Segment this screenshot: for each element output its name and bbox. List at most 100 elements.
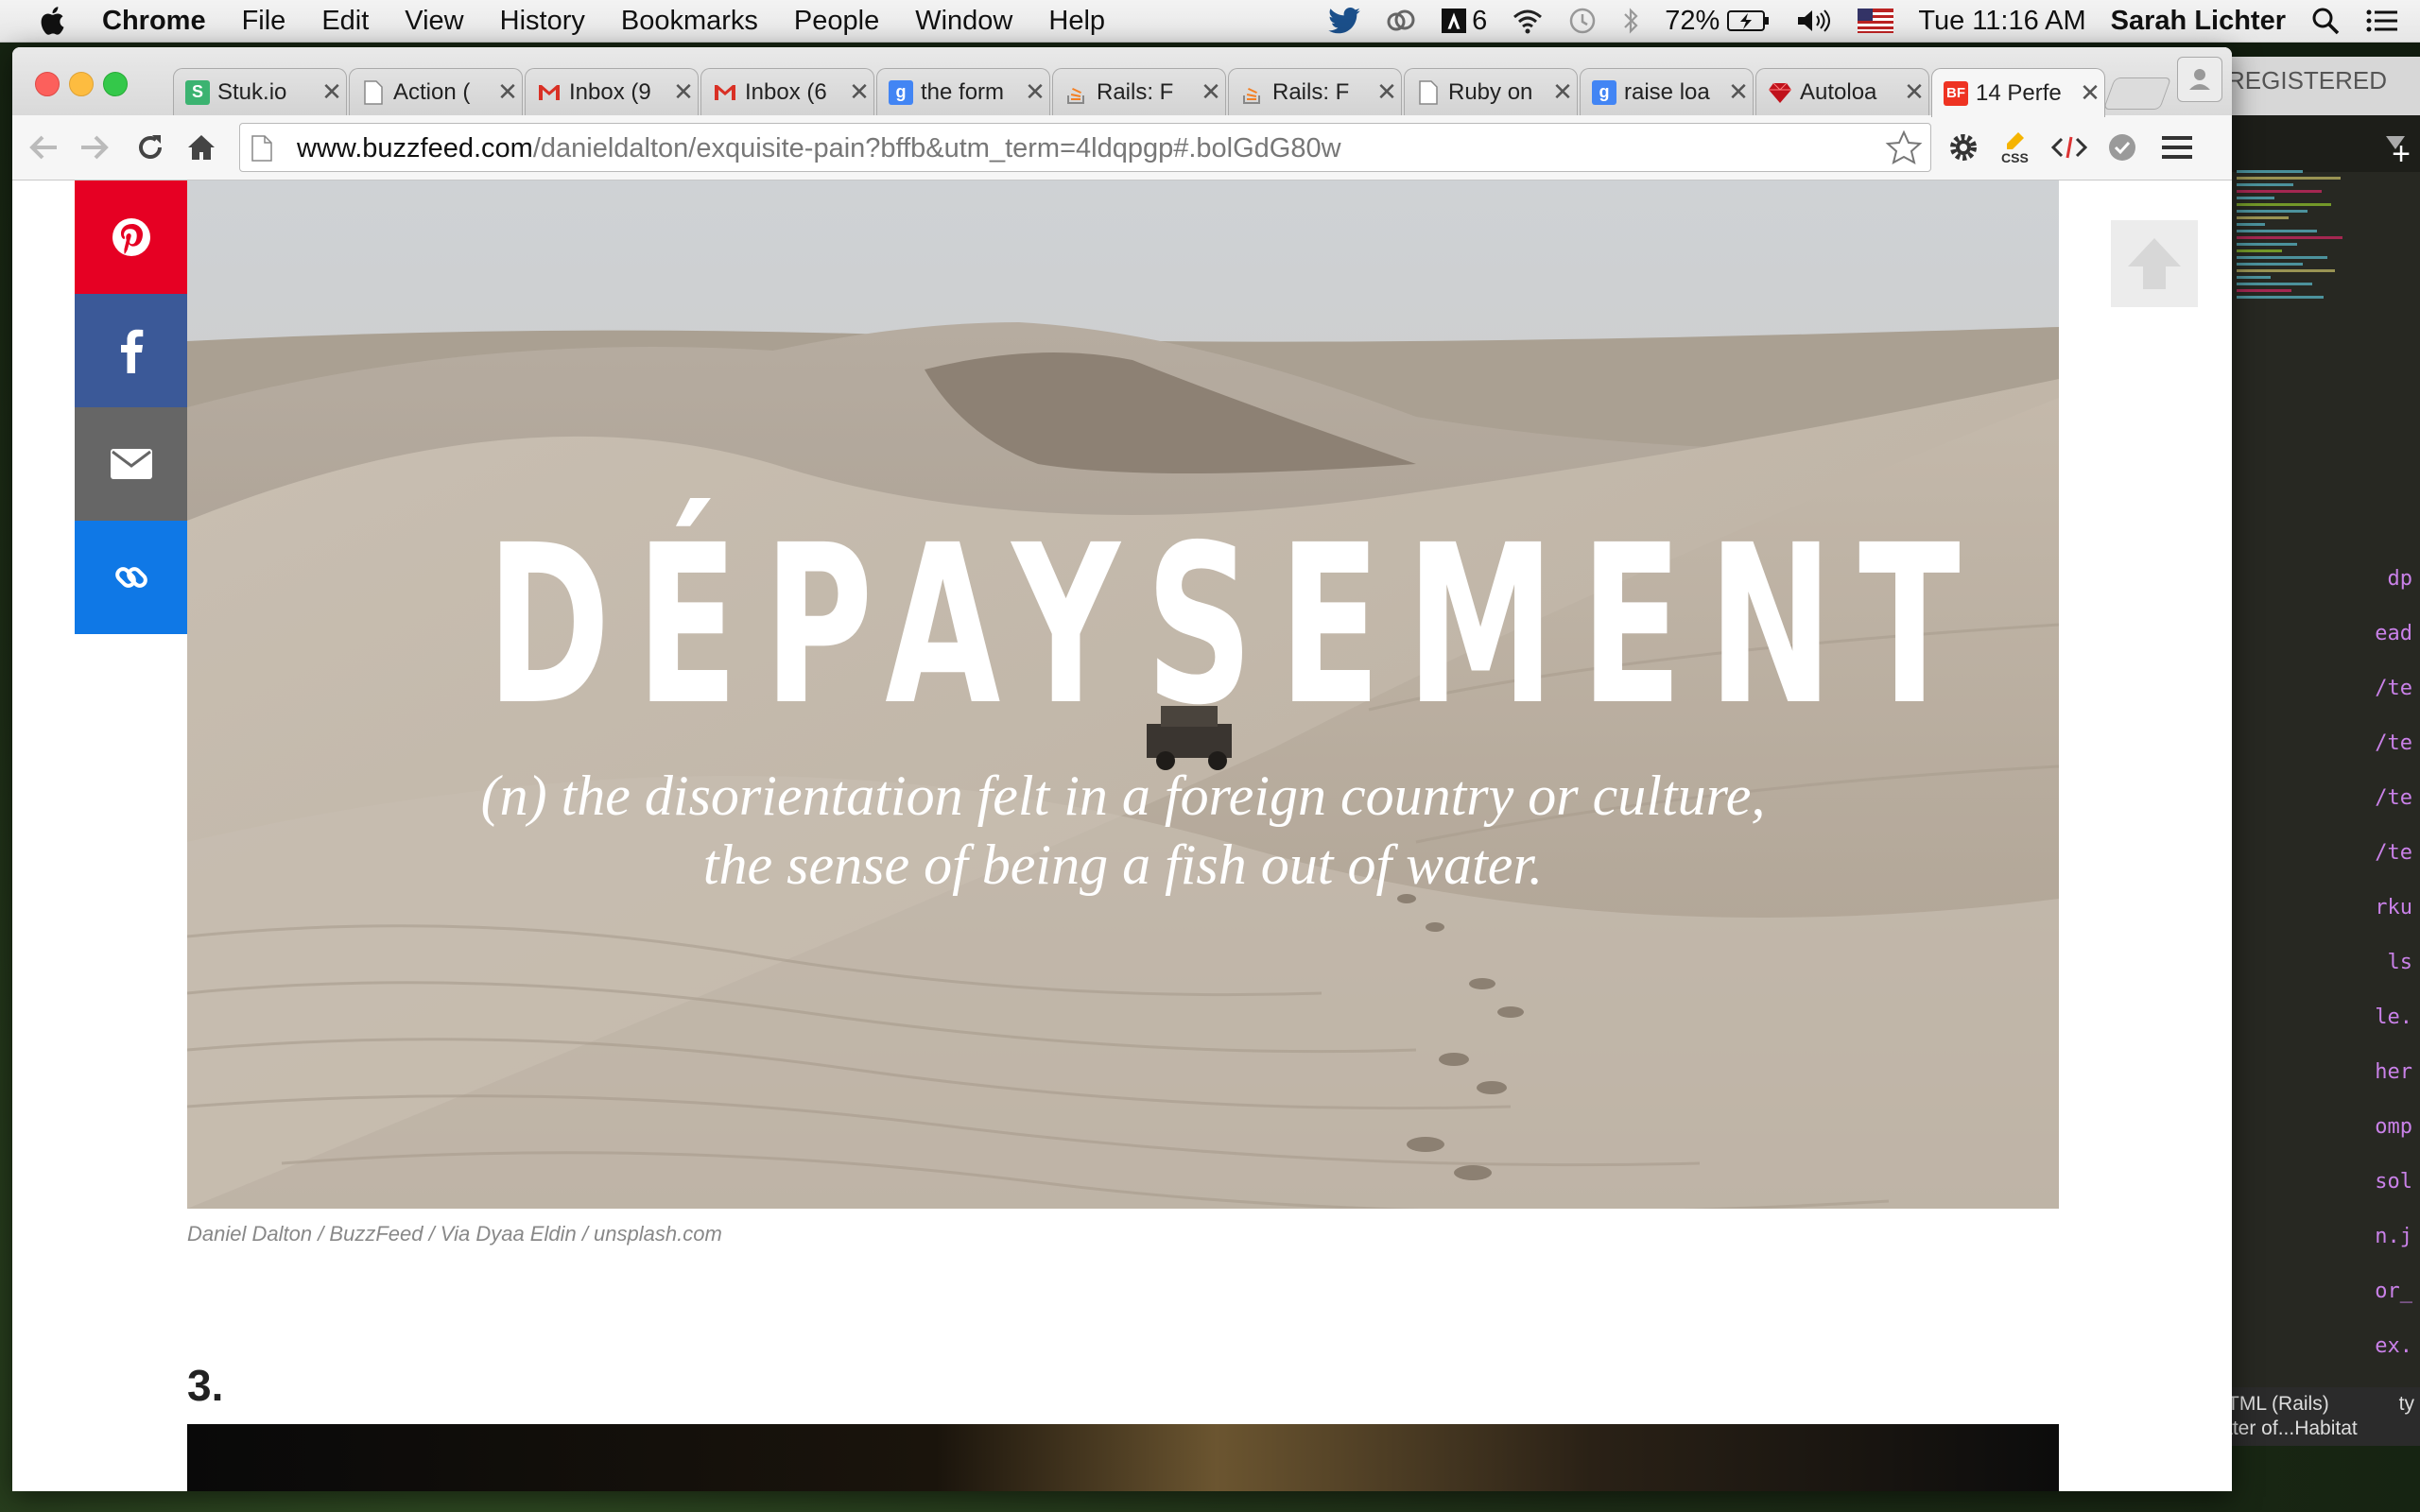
buzzfeed-favicon-icon: BF: [1944, 80, 1968, 106]
code-view-extension-button[interactable]: [2050, 129, 2088, 166]
tab-action[interactable]: Action ( ✕: [349, 68, 523, 115]
spotlight-search-icon[interactable]: [2310, 6, 2341, 36]
close-tab-icon[interactable]: ✕: [1548, 77, 1577, 107]
chrome-window: S Stuk.io ✕ Action ( ✕ Inbox (9 ✕ Inbox …: [12, 47, 2232, 1491]
url-text[interactable]: www.buzzfeed.com/danieldalton/exquisite-…: [297, 133, 1341, 164]
close-tab-icon[interactable]: ✕: [1724, 77, 1753, 107]
code-line: dp: [2387, 567, 2413, 591]
next-item-image: [187, 1424, 2059, 1491]
back-button[interactable]: [26, 129, 63, 166]
notification-center-icon[interactable]: [2365, 7, 2399, 35]
creative-cloud-icon[interactable]: [1385, 8, 1417, 34]
menu-edit[interactable]: Edit: [321, 6, 369, 37]
tab-inbox-1[interactable]: Inbox (9 ✕: [525, 68, 699, 115]
page-info-icon[interactable]: [251, 135, 272, 162]
wifi-icon[interactable]: [1512, 8, 1544, 34]
forward-arrow-icon: [81, 135, 109, 160]
close-tab-icon[interactable]: ✕: [1197, 77, 1225, 107]
tab-title: Rails: F: [1097, 78, 1174, 105]
menu-history[interactable]: History: [500, 6, 585, 37]
tab-stackoverflow-2[interactable]: Rails: F ✕: [1228, 68, 1402, 115]
tab-autoload[interactable]: Autoloa ✕: [1755, 68, 1929, 115]
syntax-mode-label[interactable]: TML (Rails): [2227, 1393, 2329, 1416]
user-name[interactable]: Sarah Lichter: [2111, 6, 2286, 37]
background-editor-window[interactable]: REGISTERED + dp ead /te /te /te /te rku …: [2220, 57, 2420, 1446]
menu-file[interactable]: File: [242, 6, 286, 37]
copy-link-share-button[interactable]: [75, 521, 188, 634]
page-icon: [361, 79, 386, 105]
us-flag-icon[interactable]: [1858, 9, 1894, 33]
page-viewport[interactable]: DÉPAYSEMENT (n) the disorientation felt …: [12, 180, 2232, 1491]
svg-text:CSS: CSS: [2001, 150, 2029, 165]
macos-menu-bar: Chrome File Edit View History Bookmarks …: [0, 0, 2420, 43]
profile-button[interactable]: [2177, 57, 2222, 102]
tab-title: raise loa: [1624, 78, 1710, 105]
stuk-favicon-icon: S: [185, 79, 210, 105]
person-icon: [2189, 69, 2210, 90]
code-line: her: [2375, 1060, 2412, 1084]
hero-definition-line-1: (n) the disorientation felt in a foreign…: [480, 765, 1766, 827]
settings-extension-button[interactable]: [1945, 129, 1982, 166]
chrome-menu-button[interactable]: [2158, 129, 2196, 166]
adobe-updates[interactable]: 6: [1442, 6, 1487, 37]
close-tab-icon[interactable]: ✕: [1021, 77, 1049, 107]
menu-app-name[interactable]: Chrome: [102, 6, 206, 37]
code-line: rku: [2375, 896, 2412, 919]
reload-button[interactable]: [131, 129, 169, 166]
close-tab-icon[interactable]: ✕: [2076, 78, 2104, 108]
bookmark-star-icon[interactable]: [1885, 129, 1923, 167]
volume-icon[interactable]: [1795, 8, 1833, 34]
forward-button[interactable]: [75, 129, 112, 166]
tab-buzzfeed-active[interactable]: BF 14 Perfe ✕: [1931, 68, 2105, 117]
google-icon: g: [1592, 79, 1616, 105]
menu-view[interactable]: View: [405, 6, 463, 37]
new-tab-button[interactable]: [2102, 77, 2172, 110]
apple-menu-icon[interactable]: [38, 5, 70, 37]
pinterest-share-button[interactable]: [75, 180, 188, 294]
status-filename: tter of...Habitat: [2227, 1418, 2358, 1439]
battery-percent[interactable]: 72%: [1665, 6, 1720, 37]
tab-ruby-on-rails[interactable]: Ruby on ✕: [1404, 68, 1578, 115]
email-share-button[interactable]: [75, 407, 188, 521]
close-tab-icon[interactable]: ✕: [845, 77, 873, 107]
adobe-icon: [1442, 9, 1467, 33]
editor-code-fragments: dp ead /te /te /te /te rku ls le. her om…: [2220, 567, 2420, 1389]
adobe-update-count: 6: [1472, 5, 1488, 36]
address-bar[interactable]: www.buzzfeed.com/danieldalton/exquisite-…: [239, 123, 1931, 172]
close-window-button[interactable]: [35, 72, 60, 96]
tab-google-search-2[interactable]: g raise loa ✕: [1580, 68, 1754, 115]
check-extension-button[interactable]: [2103, 129, 2141, 166]
code-line: /te: [2375, 731, 2412, 755]
url-host: www.buzzfeed.com: [297, 133, 533, 163]
add-icon[interactable]: +: [2392, 136, 2411, 173]
menu-window[interactable]: Window: [915, 6, 1012, 37]
code-line: or_: [2375, 1280, 2412, 1303]
menu-people[interactable]: People: [794, 6, 879, 37]
close-tab-icon[interactable]: ✕: [1373, 77, 1401, 107]
menu-help[interactable]: Help: [1048, 6, 1105, 37]
tab-inbox-2[interactable]: Inbox (6 ✕: [700, 68, 874, 115]
clock[interactable]: Tue 11:16 AM: [1918, 6, 2085, 37]
tab-title: Inbox (9: [569, 78, 651, 105]
time-machine-icon[interactable]: [1568, 7, 1597, 35]
close-tab-icon[interactable]: ✕: [318, 77, 346, 107]
home-button[interactable]: [182, 129, 220, 166]
minimize-window-button[interactable]: [69, 72, 94, 96]
close-tab-icon[interactable]: ✕: [493, 77, 522, 107]
scroll-to-top-button[interactable]: [2111, 220, 2198, 307]
close-tab-icon[interactable]: ✕: [669, 77, 698, 107]
twitter-icon[interactable]: [1328, 8, 1360, 34]
close-tab-icon[interactable]: ✕: [1900, 77, 1928, 107]
tab-title: Rails: F: [1272, 78, 1350, 105]
code-line: ls: [2387, 951, 2413, 974]
tab-google-search-1[interactable]: g the form ✕: [876, 68, 1050, 115]
facebook-share-button[interactable]: [75, 294, 188, 407]
tab-stackoverflow-1[interactable]: Rails: F ✕: [1052, 68, 1226, 115]
zoom-window-button[interactable]: [103, 72, 128, 96]
tab-stuk[interactable]: S Stuk.io ✕: [173, 68, 347, 115]
bluetooth-icon[interactable]: [1621, 7, 1640, 35]
css-extension-button[interactable]: CSS: [1997, 129, 2035, 166]
battery-charging-icon[interactable]: [1727, 9, 1771, 33]
menu-bookmarks[interactable]: Bookmarks: [621, 6, 758, 37]
google-icon: g: [889, 79, 913, 105]
